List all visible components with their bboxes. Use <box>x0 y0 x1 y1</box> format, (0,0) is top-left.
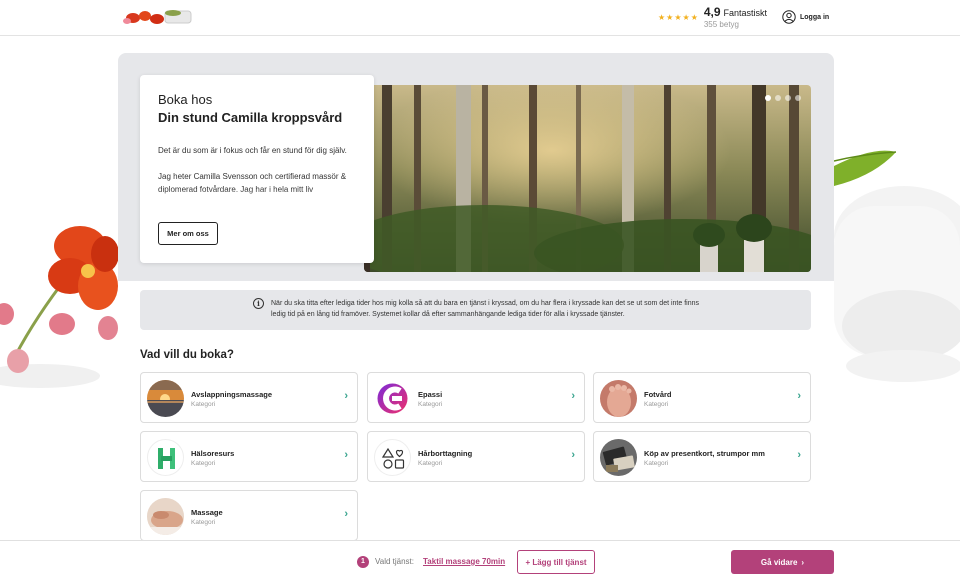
orchid-decoration <box>0 226 119 388</box>
login-button[interactable]: Logga in <box>782 10 829 24</box>
service-card-epassi[interactable]: Epassi Kategori › <box>367 372 585 423</box>
star-icon: ★ <box>658 13 666 22</box>
selected-service-label: Vald tjänst: <box>375 557 414 566</box>
service-name: Hälsoresurs <box>191 449 235 458</box>
selected-count-badge: 1 <box>357 556 369 568</box>
carousel-dots <box>765 95 801 101</box>
chevron-right-icon: › <box>344 449 348 461</box>
giftcard-photo-icon <box>600 439 637 476</box>
chevron-right-icon: › <box>344 508 348 520</box>
intro-paragraph: Det är du som är i fokus och får en stun… <box>158 146 347 155</box>
booking-footer: 1 Vald tjänst: Taktil massage 70min + Lä… <box>0 540 960 582</box>
shapes-icon <box>374 439 411 476</box>
service-category: Kategori <box>191 401 216 408</box>
massage-photo-icon <box>147 498 184 535</box>
chevron-right-icon: › <box>797 449 801 461</box>
service-category: Kategori <box>644 401 669 408</box>
rating-count: 355 betyg <box>703 20 739 29</box>
selected-service-link[interactable]: Taktil massage 70min <box>423 557 505 566</box>
service-category: Kategori <box>191 460 216 467</box>
service-category: Kategori <box>644 460 669 467</box>
login-label: Logga in <box>800 13 830 21</box>
text-fade <box>158 189 356 209</box>
info-icon: i <box>253 298 264 309</box>
star-icon: ★ <box>674 13 682 22</box>
halsoresurs-logo-icon <box>147 439 184 476</box>
user-icon <box>782 10 796 24</box>
business-title: Din stund Camilla kroppsvård <box>158 110 343 125</box>
star-icon: ★ <box>666 13 674 22</box>
carousel-dot[interactable] <box>785 95 791 101</box>
carousel-dot[interactable] <box>765 95 771 101</box>
service-name: Fotvård <box>644 390 672 399</box>
chevron-right-icon: › <box>344 390 348 402</box>
rating-stars: ★ ★ ★ ★ ★ <box>658 14 698 22</box>
carousel-dot[interactable] <box>775 95 781 101</box>
carousel-dot[interactable] <box>795 95 801 101</box>
continue-button[interactable]: Gå vidare › <box>731 550 834 574</box>
add-service-button[interactable]: + Lägg till tjänst <box>517 550 595 574</box>
service-name: Hårborttagning <box>418 449 473 458</box>
star-icon: ★ <box>682 13 690 22</box>
service-category: Kategori <box>418 401 443 408</box>
chevron-right-icon: › <box>797 390 801 402</box>
service-card-avslappningsmassage[interactable]: Avslappningsmassage Kategori › <box>140 372 358 423</box>
rating-summary: ★ ★ ★ ★ ★ 4,9 Fantastiskt 355 betyg <box>658 5 767 33</box>
intro-pre-title: Boka hos <box>158 92 213 107</box>
services-heading: Vad vill du boka? <box>140 349 234 361</box>
foot-photo-icon <box>600 380 637 417</box>
chevron-right-icon: › <box>571 390 575 402</box>
top-header: ★ ★ ★ ★ ★ 4,9 Fantastiskt 355 betyg Logg… <box>0 0 960 36</box>
chevron-right-icon: › <box>571 449 575 461</box>
more-about-us-button[interactable]: Mer om oss <box>158 222 218 245</box>
service-name: Massage <box>191 508 223 517</box>
star-icon: ★ <box>690 13 698 22</box>
company-logo[interactable] <box>121 6 195 28</box>
booking-panel: Boka hos Din stund Camilla kroppsvård De… <box>118 53 834 582</box>
service-category: Kategori <box>191 519 216 526</box>
service-card-massage[interactable]: Massage Kategori › <box>140 490 358 541</box>
service-category: Kategori <box>418 460 443 467</box>
info-text: När du ska titta efter lediga tider hos … <box>271 300 699 318</box>
service-name: Epassi <box>418 390 443 399</box>
service-card-fotvard[interactable]: Fotvård Kategori › <box>593 372 811 423</box>
towel-decoration <box>834 150 960 382</box>
intro-card: Boka hos Din stund Camilla kroppsvård De… <box>140 75 374 263</box>
intro-description: Det är du som är i fokus och får en stun… <box>158 144 356 209</box>
hero-carousel[interactable] <box>364 85 811 272</box>
service-card-presentkort[interactable]: Köp av presentkort, strumpor mm Kategori… <box>593 431 811 482</box>
sunset-photo-icon <box>147 380 184 417</box>
forest-photo <box>364 85 811 272</box>
service-name: Avslappningsmassage <box>191 390 273 399</box>
rating-word: Fantastiskt <box>723 8 768 18</box>
rating-score: 4,9 <box>703 5 721 19</box>
continue-label: Gå vidare <box>760 557 798 567</box>
service-card-harborttagning[interactable]: Hårborttagning Kategori › <box>367 431 585 482</box>
service-name: Köp av presentkort, strumpor mm <box>644 449 765 458</box>
chevron-right-icon: › <box>801 557 805 567</box>
service-card-halsoresurs[interactable]: Hälsoresurs Kategori › <box>140 431 358 482</box>
epassi-logo-icon <box>374 380 411 417</box>
info-notice: i När du ska titta efter lediga tider ho… <box>140 290 811 330</box>
